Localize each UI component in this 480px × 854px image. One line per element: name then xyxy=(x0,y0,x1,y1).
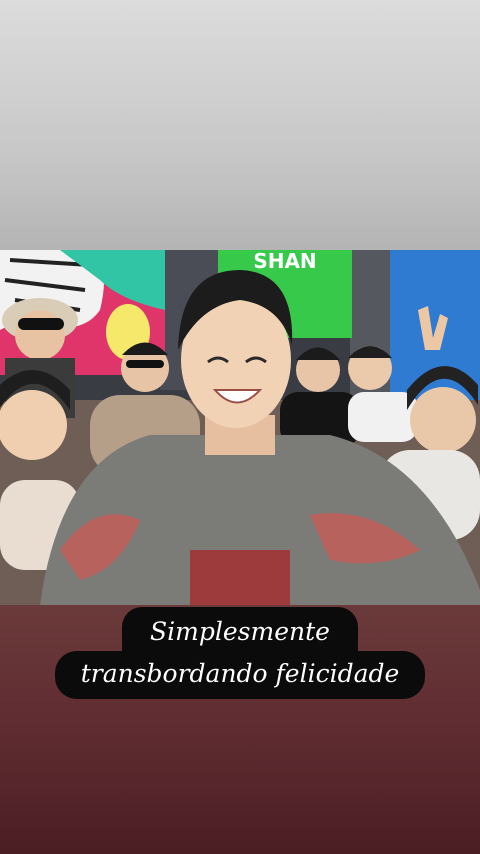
top-background xyxy=(0,0,480,250)
sign-text: SHAN xyxy=(253,250,316,273)
story-caption: Simplesmente transbordando felicidade xyxy=(0,607,480,699)
caption-line-2: transbordando felicidade xyxy=(54,651,426,699)
story-photo: SHAN xyxy=(0,250,480,605)
caption-line-1: Simplesmente xyxy=(122,607,358,653)
